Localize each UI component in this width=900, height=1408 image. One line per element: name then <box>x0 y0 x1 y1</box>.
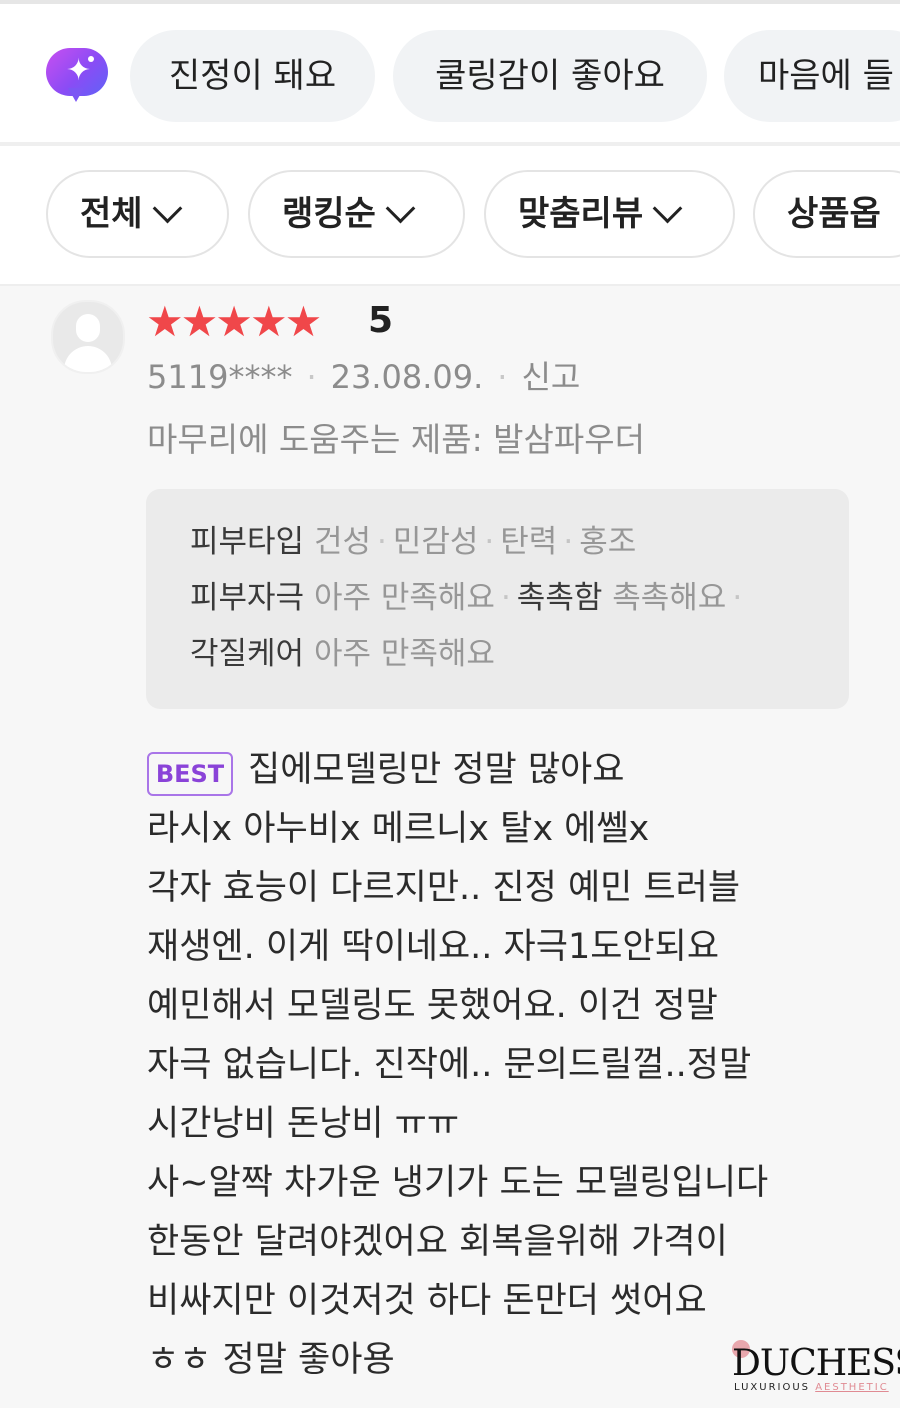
review-text-line: 예민해서 모델링도 못했어요. 이건 정말 <box>147 986 718 1026</box>
review-text-line: ㅎㅎ 정말 좋아용 <box>147 1340 395 1380</box>
review-text-line: 비싸지만 이것저것 하다 돈만더 썻어요 <box>147 1281 707 1321</box>
attr-line-irritation-moisture: 피부자극 아주 만족해요 · 촉촉함 촉촉해요 · <box>190 580 743 616</box>
review-text-line: 한동안 달려야겠어요 회복을위해 가격이 <box>147 1222 728 1262</box>
filter-bar: 전체 랭킹순 맞춤리뷰 상품옵 <box>0 146 900 286</box>
filter-product-option-dropdown[interactable]: 상품옵 <box>753 170 900 258</box>
filter-custom-review-dropdown[interactable]: 맞춤리뷰 <box>484 170 735 258</box>
review-text-line: 라시x 아누비x 메르니x 탈x 에쎌x <box>147 809 650 849</box>
review-date: 23.08.09. <box>330 358 484 396</box>
filter-product-option-label: 상품옵 <box>787 194 881 234</box>
keyword-chip-satisfied[interactable]: 마음에 들 <box>724 30 900 122</box>
filter-ranking-dropdown[interactable]: 랭킹순 <box>248 170 465 258</box>
review-text-line: 집에모델링만 정말 많아요 <box>248 750 625 790</box>
helpful-product-text: 마무리에 도움주는 제품: 발삼파우더 <box>147 420 645 459</box>
filter-all-dropdown[interactable]: 전체 <box>46 170 229 258</box>
rating-score: 5 <box>368 300 394 341</box>
review-text-line: 재생엔. 이게 딱이네요.. 자극1도안되요 <box>147 927 720 967</box>
star-rating: ★★★★★ <box>146 297 322 346</box>
chevron-down-icon <box>652 193 683 224</box>
review-text-line: 자극 없습니다. 진작에.. 문의드릴껄..정말 <box>147 1045 752 1085</box>
default-avatar-icon <box>51 300 125 374</box>
keyword-chip-bar: ✦ 진정이 돼요 쿨링감이 좋아요 마음에 들 <box>0 4 900 142</box>
filter-custom-review-label: 맞춤리뷰 <box>518 194 644 234</box>
review-text-line: 각자 효능이 다르지만.. 진정 예민 트러블 <box>147 868 741 908</box>
skin-attributes-box: 피부타입 건성 · 민감성 · 탄력 · 홍조 피부자극 아주 만족해요 · 촉촉함 촉촉해요 ·… <box>146 489 849 709</box>
attr-line-skin-type: 피부타입 건성 · 민감성 · 탄력 · 홍조 <box>190 524 637 560</box>
duchess-watermark-logo: DUCHESS LUXURIOUS AESTHETIC <box>726 1338 900 1398</box>
chevron-down-icon <box>385 193 416 224</box>
review-text-line: 시간낭비 돈낭비 ㅠㅠ <box>147 1104 460 1144</box>
filter-all-label: 전체 <box>80 194 143 234</box>
keyword-chip-cooling[interactable]: 쿨링감이 좋아요 <box>393 30 707 122</box>
filter-ranking-label: 랭킹순 <box>282 194 376 234</box>
report-link[interactable]: 신고 <box>521 358 580 396</box>
chevron-down-icon <box>152 193 182 224</box>
best-badge: BEST <box>147 752 233 796</box>
attr-line-keratin: 각질케어 아주 만족해요 <box>190 636 495 672</box>
ai-review-sparkle-icon[interactable]: ✦ <box>46 48 110 106</box>
keyword-chip-soothing[interactable]: 진정이 돼요 <box>130 30 375 122</box>
reviewer-id: 5119**** <box>147 358 293 396</box>
review-text-line: 사~알짝 차가운 냉기가 도는 모델링입니다 <box>147 1163 769 1203</box>
review-meta: 5119**** · 23.08.09. · 신고 <box>147 358 581 396</box>
